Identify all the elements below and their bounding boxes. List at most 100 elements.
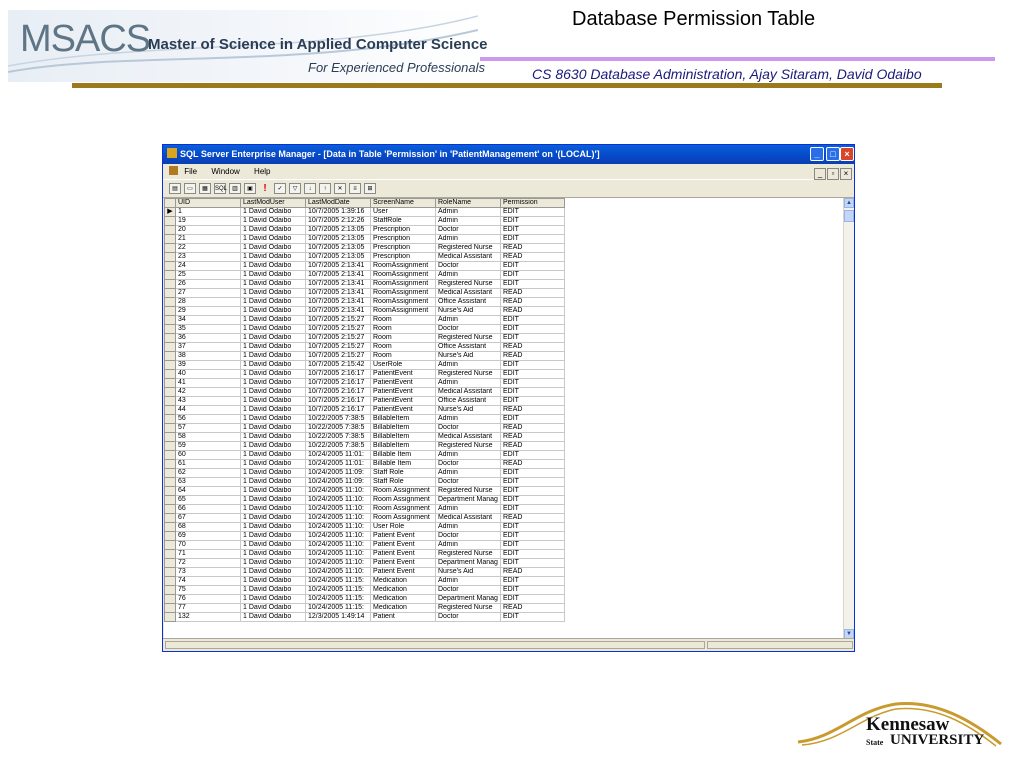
table-row[interactable]: 72 1 David Odaibo 10/24/2005 11:10: Patient… xyxy=(164,558,843,568)
row-selector[interactable] xyxy=(164,495,176,505)
cell-permission[interactable]: EDIT xyxy=(500,333,565,343)
cell-screenname[interactable]: PatientEvent xyxy=(370,387,436,397)
cell-rolename[interactable]: Admin xyxy=(435,414,501,424)
cell-uid[interactable]: 44 xyxy=(175,405,241,415)
cell-uid[interactable]: 24 xyxy=(175,261,241,271)
cell-lastmoduser[interactable]: 1 David Odaibo xyxy=(240,351,306,361)
add-table-icon[interactable]: ⊞ xyxy=(364,183,376,194)
cell-permission[interactable]: READ xyxy=(500,441,565,451)
row-selector[interactable] xyxy=(164,612,176,622)
row-selector[interactable] xyxy=(164,432,176,442)
cell-permission[interactable]: EDIT xyxy=(500,324,565,334)
cell-rolename[interactable]: Admin xyxy=(435,378,501,388)
cell-uid[interactable]: 37 xyxy=(175,342,241,352)
cell-uid[interactable]: 42 xyxy=(175,387,241,397)
cell-lastmoduser[interactable]: 1 David Odaibo xyxy=(240,342,306,352)
table-row[interactable]: 62 1 David Odaibo 10/24/2005 11:09: Staff R… xyxy=(164,468,843,478)
cell-rolename[interactable]: Department Manag xyxy=(435,594,501,604)
cell-uid[interactable]: 25 xyxy=(175,270,241,280)
cell-lastmoddate[interactable]: 10/7/2005 2:13:05 xyxy=(305,225,371,235)
cell-rolename[interactable]: Nurse's Aid xyxy=(435,567,501,577)
cell-lastmoduser[interactable]: 1 David Odaibo xyxy=(240,414,306,424)
row-selector[interactable] xyxy=(164,567,176,577)
table-row[interactable]: ▶ 1 1 David Odaibo 10/7/2005 1:39:16 User Adm… xyxy=(164,207,843,217)
cell-screenname[interactable]: Prescription xyxy=(370,234,436,244)
table-row[interactable]: 66 1 David Odaibo 10/24/2005 11:10: Room As… xyxy=(164,504,843,514)
cell-permission[interactable]: EDIT xyxy=(500,522,565,532)
cell-uid[interactable]: 43 xyxy=(175,396,241,406)
cell-uid[interactable]: 21 xyxy=(175,234,241,244)
run-icon[interactable]: ! xyxy=(259,183,271,194)
row-selector[interactable] xyxy=(164,243,176,253)
table-row[interactable]: 132 1 David Odaibo 12/3/2005 1:49:14 Patien… xyxy=(164,612,843,622)
cell-uid[interactable]: 28 xyxy=(175,297,241,307)
row-selector[interactable] xyxy=(164,378,176,388)
cell-uid[interactable]: 69 xyxy=(175,531,241,541)
cell-lastmoduser[interactable]: 1 David Odaibo xyxy=(240,315,306,325)
cell-rolename[interactable]: Nurse's Aid xyxy=(435,306,501,316)
table-row[interactable]: 60 1 David Odaibo 10/24/2005 11:01: Billabl… xyxy=(164,450,843,460)
cell-lastmoduser[interactable]: 1 David Odaibo xyxy=(240,270,306,280)
cell-screenname[interactable]: Prescription xyxy=(370,252,436,262)
cell-lastmoddate[interactable]: 10/7/2005 2:13:41 xyxy=(305,306,371,316)
cell-permission[interactable]: READ xyxy=(500,306,565,316)
cell-lastmoduser[interactable]: 1 David Odaibo xyxy=(240,387,306,397)
cell-permission[interactable]: EDIT xyxy=(500,585,565,595)
cell-screenname[interactable]: PatientEvent xyxy=(370,405,436,415)
cell-permission[interactable]: EDIT xyxy=(500,378,565,388)
cell-permission[interactable]: READ xyxy=(500,297,565,307)
row-selector[interactable] xyxy=(164,441,176,451)
cell-uid[interactable]: 68 xyxy=(175,522,241,532)
sql-icon[interactable]: SQL xyxy=(214,183,227,194)
cell-permission[interactable]: READ xyxy=(500,243,565,253)
cell-permission[interactable]: EDIT xyxy=(500,504,565,514)
cell-permission[interactable]: EDIT xyxy=(500,369,565,379)
cell-screenname[interactable]: Room xyxy=(370,342,436,352)
cell-permission[interactable]: READ xyxy=(500,432,565,442)
table-row[interactable]: 40 1 David Odaibo 10/7/2005 2:16:17 Patient… xyxy=(164,369,843,379)
cell-rolename[interactable]: Medical Assistant xyxy=(435,387,501,397)
cell-permission[interactable]: EDIT xyxy=(500,216,565,226)
cell-lastmoddate[interactable]: 10/24/2005 11:15: xyxy=(305,603,371,613)
properties-icon[interactable]: ▤ xyxy=(169,183,181,194)
cell-uid[interactable]: 59 xyxy=(175,441,241,451)
cell-screenname[interactable]: BillableItem xyxy=(370,432,436,442)
cell-screenname[interactable]: Medication xyxy=(370,603,436,613)
cell-rolename[interactable]: Admin xyxy=(435,504,501,514)
cell-lastmoddate[interactable]: 10/24/2005 11:10: xyxy=(305,486,371,496)
cell-uid[interactable]: 65 xyxy=(175,495,241,505)
cell-permission[interactable]: EDIT xyxy=(500,531,565,541)
cell-lastmoduser[interactable]: 1 David Odaibo xyxy=(240,576,306,586)
cell-lastmoduser[interactable]: 1 David Odaibo xyxy=(240,612,306,622)
cell-lastmoddate[interactable]: 10/22/2005 7:38:5 xyxy=(305,432,371,442)
table-row[interactable]: 19 1 David Odaibo 10/7/2005 2:12:26 StaffRo… xyxy=(164,216,843,226)
cell-rolename[interactable]: Registered Nurse xyxy=(435,333,501,343)
table-row[interactable]: 43 1 David Odaibo 10/7/2005 2:16:17 Patient… xyxy=(164,396,843,406)
cell-screenname[interactable]: RoomAssignment xyxy=(370,261,436,271)
cell-screenname[interactable]: Staff Role xyxy=(370,468,436,478)
verify-sql-icon[interactable]: ✓ xyxy=(274,183,286,194)
cell-permission[interactable]: EDIT xyxy=(500,279,565,289)
cell-lastmoddate[interactable]: 10/7/2005 2:16:17 xyxy=(305,369,371,379)
cell-screenname[interactable]: Medication xyxy=(370,585,436,595)
cell-lastmoddate[interactable]: 10/24/2005 11:15: xyxy=(305,576,371,586)
cell-screenname[interactable]: RoomAssignment xyxy=(370,279,436,289)
cell-permission[interactable]: READ xyxy=(500,513,565,523)
table-row[interactable]: 38 1 David Odaibo 10/7/2005 2:15:27 Room Nur… xyxy=(164,351,843,361)
table-row[interactable]: 34 1 David Odaibo 10/7/2005 2:15:27 Room Adm… xyxy=(164,315,843,325)
cell-lastmoduser[interactable]: 1 David Odaibo xyxy=(240,441,306,451)
table-row[interactable]: 22 1 David Odaibo 10/7/2005 2:13:05 Prescri… xyxy=(164,243,843,253)
cell-rolename[interactable]: Nurse's Aid xyxy=(435,351,501,361)
table-row[interactable]: 41 1 David Odaibo 10/7/2005 2:16:17 Patient… xyxy=(164,378,843,388)
cell-lastmoduser[interactable]: 1 David Odaibo xyxy=(240,261,306,271)
cell-screenname[interactable]: BillableItem xyxy=(370,423,436,433)
cell-lastmoduser[interactable]: 1 David Odaibo xyxy=(240,324,306,334)
row-selector[interactable] xyxy=(164,468,176,478)
table-row[interactable]: 77 1 David Odaibo 10/24/2005 11:15: Medicat… xyxy=(164,603,843,613)
cell-permission[interactable]: EDIT xyxy=(500,540,565,550)
cell-lastmoddate[interactable]: 10/24/2005 11:10: xyxy=(305,504,371,514)
table-row[interactable]: 70 1 David Odaibo 10/24/2005 11:10: Patient… xyxy=(164,540,843,550)
cell-uid[interactable]: 23 xyxy=(175,252,241,262)
cell-lastmoddate[interactable]: 10/24/2005 11:10: xyxy=(305,513,371,523)
row-selector[interactable] xyxy=(164,504,176,514)
